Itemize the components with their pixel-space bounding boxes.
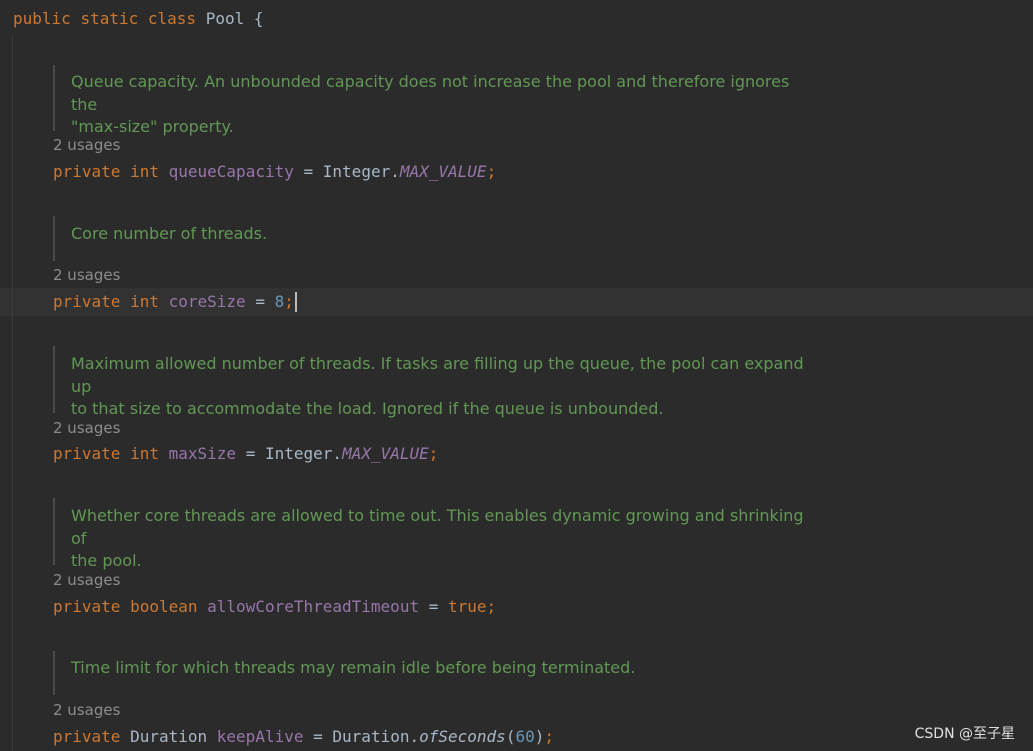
open-brace: {	[253, 9, 264, 28]
field-name[interactable]: allowCoreThreadTimeout	[207, 597, 419, 616]
javadoc-core-size[interactable]: Core number of threads.	[53, 216, 811, 261]
javadoc-max-size[interactable]: Maximum allowed number of threads. If ta…	[53, 346, 811, 418]
usages-hint[interactable]: 2 usages	[53, 419, 120, 437]
javadoc-queue-capacity[interactable]: Queue capacity. An unbounded capacity do…	[53, 65, 811, 136]
operator-equals: =	[255, 292, 265, 311]
usages-hint[interactable]: 2 usages	[53, 136, 120, 154]
field-name[interactable]: coreSize	[169, 292, 246, 311]
method-of-seconds[interactable]: ofSeconds	[419, 727, 506, 746]
semicolon: ;	[284, 292, 294, 311]
doc-line: "max-size" property.	[71, 117, 234, 136]
type-int: int	[130, 162, 159, 181]
operator-equals: =	[303, 162, 314, 181]
doc-line: Core number of threads.	[71, 224, 268, 243]
text-caret	[294, 292, 297, 312]
keyword-class: class	[147, 9, 197, 28]
code-editor[interactable]: public static class Pool { Queue capacit…	[0, 0, 1033, 751]
keyword-private: private	[53, 597, 121, 616]
type-int: int	[130, 444, 159, 463]
keyword-private: private	[53, 727, 121, 746]
doc-line: the pool.	[71, 551, 142, 570]
javadoc-allow-core-thread-timeout[interactable]: Whether core threads are allowed to time…	[53, 498, 811, 570]
paren-open: (	[505, 727, 516, 746]
class-ref-duration[interactable]: Duration	[332, 727, 409, 746]
number-literal: 8	[274, 292, 285, 311]
keyword-public: public	[13, 9, 71, 28]
keyword-true: true	[448, 597, 487, 616]
keyword-private: private	[53, 292, 121, 311]
operator-equals: =	[428, 597, 439, 616]
dot: .	[332, 444, 343, 463]
number-literal: 60	[515, 727, 535, 746]
doc-line: to that size to accommodate the load. Ig…	[71, 399, 664, 418]
doc-line: Queue capacity. An unbounded capacity do…	[71, 72, 790, 114]
field-name[interactable]: maxSize	[169, 444, 236, 463]
field-declaration-max-size[interactable]: private int maxSize = Integer.MAX_VALUE;	[53, 444, 438, 464]
doc-line: Maximum allowed number of threads. If ta…	[71, 354, 804, 396]
constant-max-value[interactable]: MAX_VALUE	[400, 162, 487, 181]
class-name[interactable]: Pool	[206, 9, 245, 28]
semicolon: ;	[486, 162, 497, 181]
dot: .	[390, 162, 400, 181]
doc-line: Whether core threads are allowed to time…	[71, 506, 804, 548]
type-boolean: boolean	[130, 597, 198, 616]
semicolon: ;	[486, 597, 497, 616]
field-declaration-queue-capacity[interactable]: private int queueCapacity = Integer.MAX_…	[53, 162, 496, 182]
field-declaration-allow-core-thread-timeout[interactable]: private boolean allowCoreThreadTimeout =…	[53, 597, 496, 617]
semicolon: ;	[428, 444, 439, 463]
dot: .	[409, 727, 420, 746]
field-declaration-core-size[interactable]: private int coreSize = 8;	[53, 292, 297, 312]
type-int: int	[130, 292, 159, 311]
operator-equals: =	[313, 727, 323, 746]
javadoc-keep-alive[interactable]: Time limit for which threads may remain …	[53, 651, 811, 695]
constant-max-value[interactable]: MAX_VALUE	[342, 444, 429, 463]
field-name[interactable]: queueCapacity	[169, 162, 294, 181]
class-ref-integer[interactable]: Integer	[323, 162, 390, 181]
keyword-private: private	[53, 162, 121, 181]
class-declaration[interactable]: public static class Pool {	[13, 9, 264, 29]
semicolon: ;	[544, 727, 554, 746]
keyword-static: static	[80, 9, 139, 28]
paren-close: )	[534, 727, 545, 746]
usages-hint[interactable]: 2 usages	[53, 701, 120, 719]
doc-line: Time limit for which threads may remain …	[71, 658, 636, 677]
usages-hint[interactable]: 2 usages	[53, 571, 120, 589]
indent-guide	[12, 34, 13, 751]
watermark: CSDN @至子星	[914, 726, 1015, 742]
class-ref-integer[interactable]: Integer	[265, 444, 332, 463]
usages-hint[interactable]: 2 usages	[53, 266, 120, 284]
type-duration[interactable]: Duration	[130, 727, 207, 746]
field-name[interactable]: keepAlive	[217, 727, 304, 746]
operator-equals: =	[245, 444, 256, 463]
field-declaration-keep-alive[interactable]: private Duration keepAlive = Duration.of…	[53, 727, 554, 747]
keyword-private: private	[53, 444, 121, 463]
